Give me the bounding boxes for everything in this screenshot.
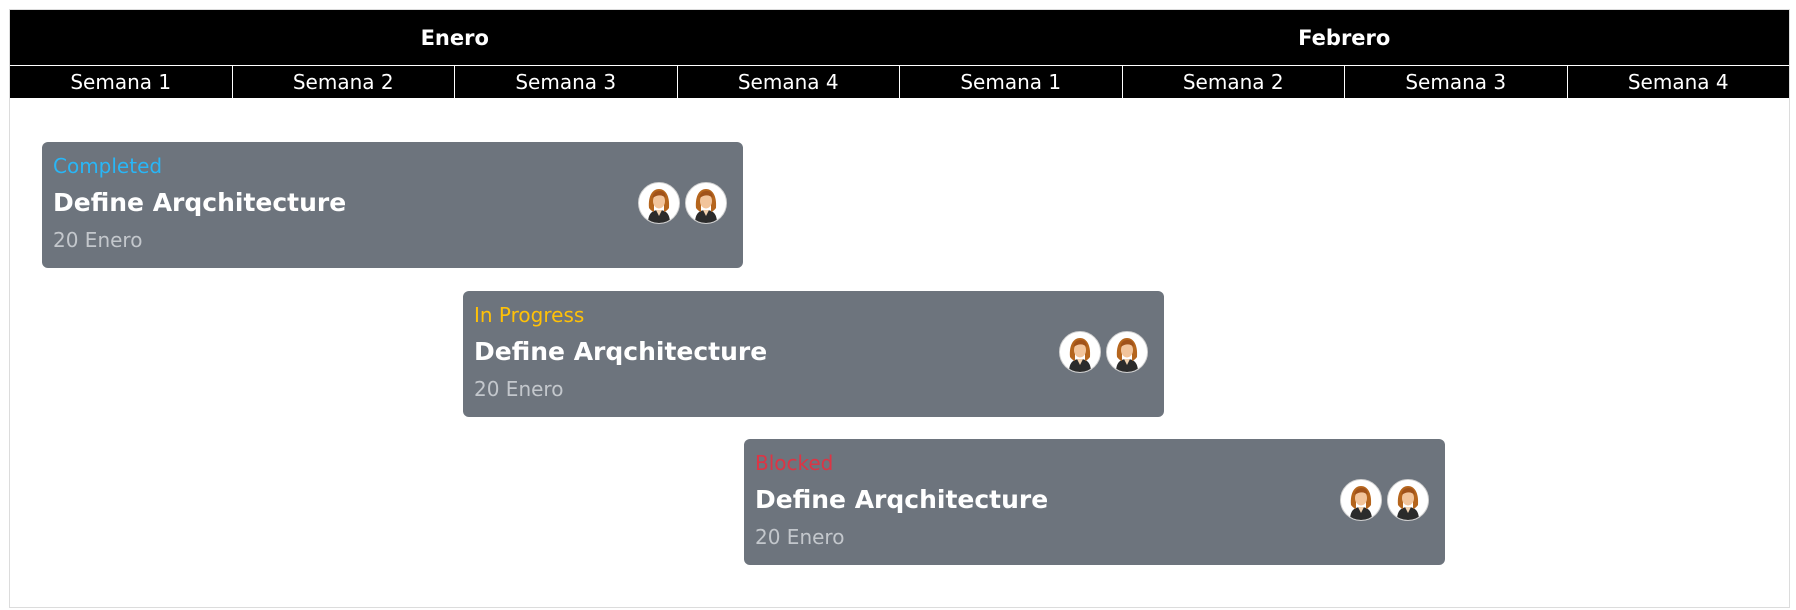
week-header: Semana 2 xyxy=(1121,66,1345,98)
month-header-enero: Enero xyxy=(420,25,489,50)
task-date: 20 Enero xyxy=(474,377,564,401)
task-date: 20 Enero xyxy=(53,228,143,252)
task-card-in-progress[interactable]: In Progress Define Arqchitecture 20 Ener… xyxy=(463,291,1164,417)
gantt-board: Enero Febrero Semana 1 Semana 2 Semana 3… xyxy=(9,9,1790,608)
task-status-label: Completed xyxy=(53,154,163,178)
task-status-label: Blocked xyxy=(755,451,834,475)
person-avatar-icon[interactable] xyxy=(1387,479,1429,521)
week-header: Semana 1 xyxy=(899,66,1122,98)
person-avatar-icon[interactable] xyxy=(1106,331,1148,373)
person-avatar-icon[interactable] xyxy=(638,182,680,224)
month-header-row: Enero Febrero xyxy=(10,10,1789,65)
week-header: Semana 3 xyxy=(454,66,677,98)
person-avatar-icon[interactable] xyxy=(1340,479,1382,521)
task-card-blocked[interactable]: Blocked Define Arqchitecture 20 Enero xyxy=(744,439,1445,565)
task-date: 20 Enero xyxy=(755,525,845,549)
week-header: Semana 4 xyxy=(676,66,900,98)
week-header: Semana 4 xyxy=(1566,66,1790,98)
week-header: Semana 3 xyxy=(1344,66,1567,98)
week-header: Semana 2 xyxy=(231,66,455,98)
week-header: Semana 1 xyxy=(70,70,172,94)
person-avatar-icon[interactable] xyxy=(1059,331,1101,373)
month-header-febrero: Febrero xyxy=(1298,25,1391,50)
assignee-avatars xyxy=(1340,479,1429,521)
assignee-avatars xyxy=(638,182,727,224)
task-card-completed[interactable]: Completed Define Arqchitecture 20 Enero xyxy=(42,142,743,268)
person-avatar-icon[interactable] xyxy=(685,182,727,224)
assignee-avatars xyxy=(1059,331,1148,373)
task-status-label: In Progress xyxy=(474,303,585,327)
week-header-row: Semana 1 Semana 2 Semana 3 Semana 4 Sema… xyxy=(10,66,1789,98)
